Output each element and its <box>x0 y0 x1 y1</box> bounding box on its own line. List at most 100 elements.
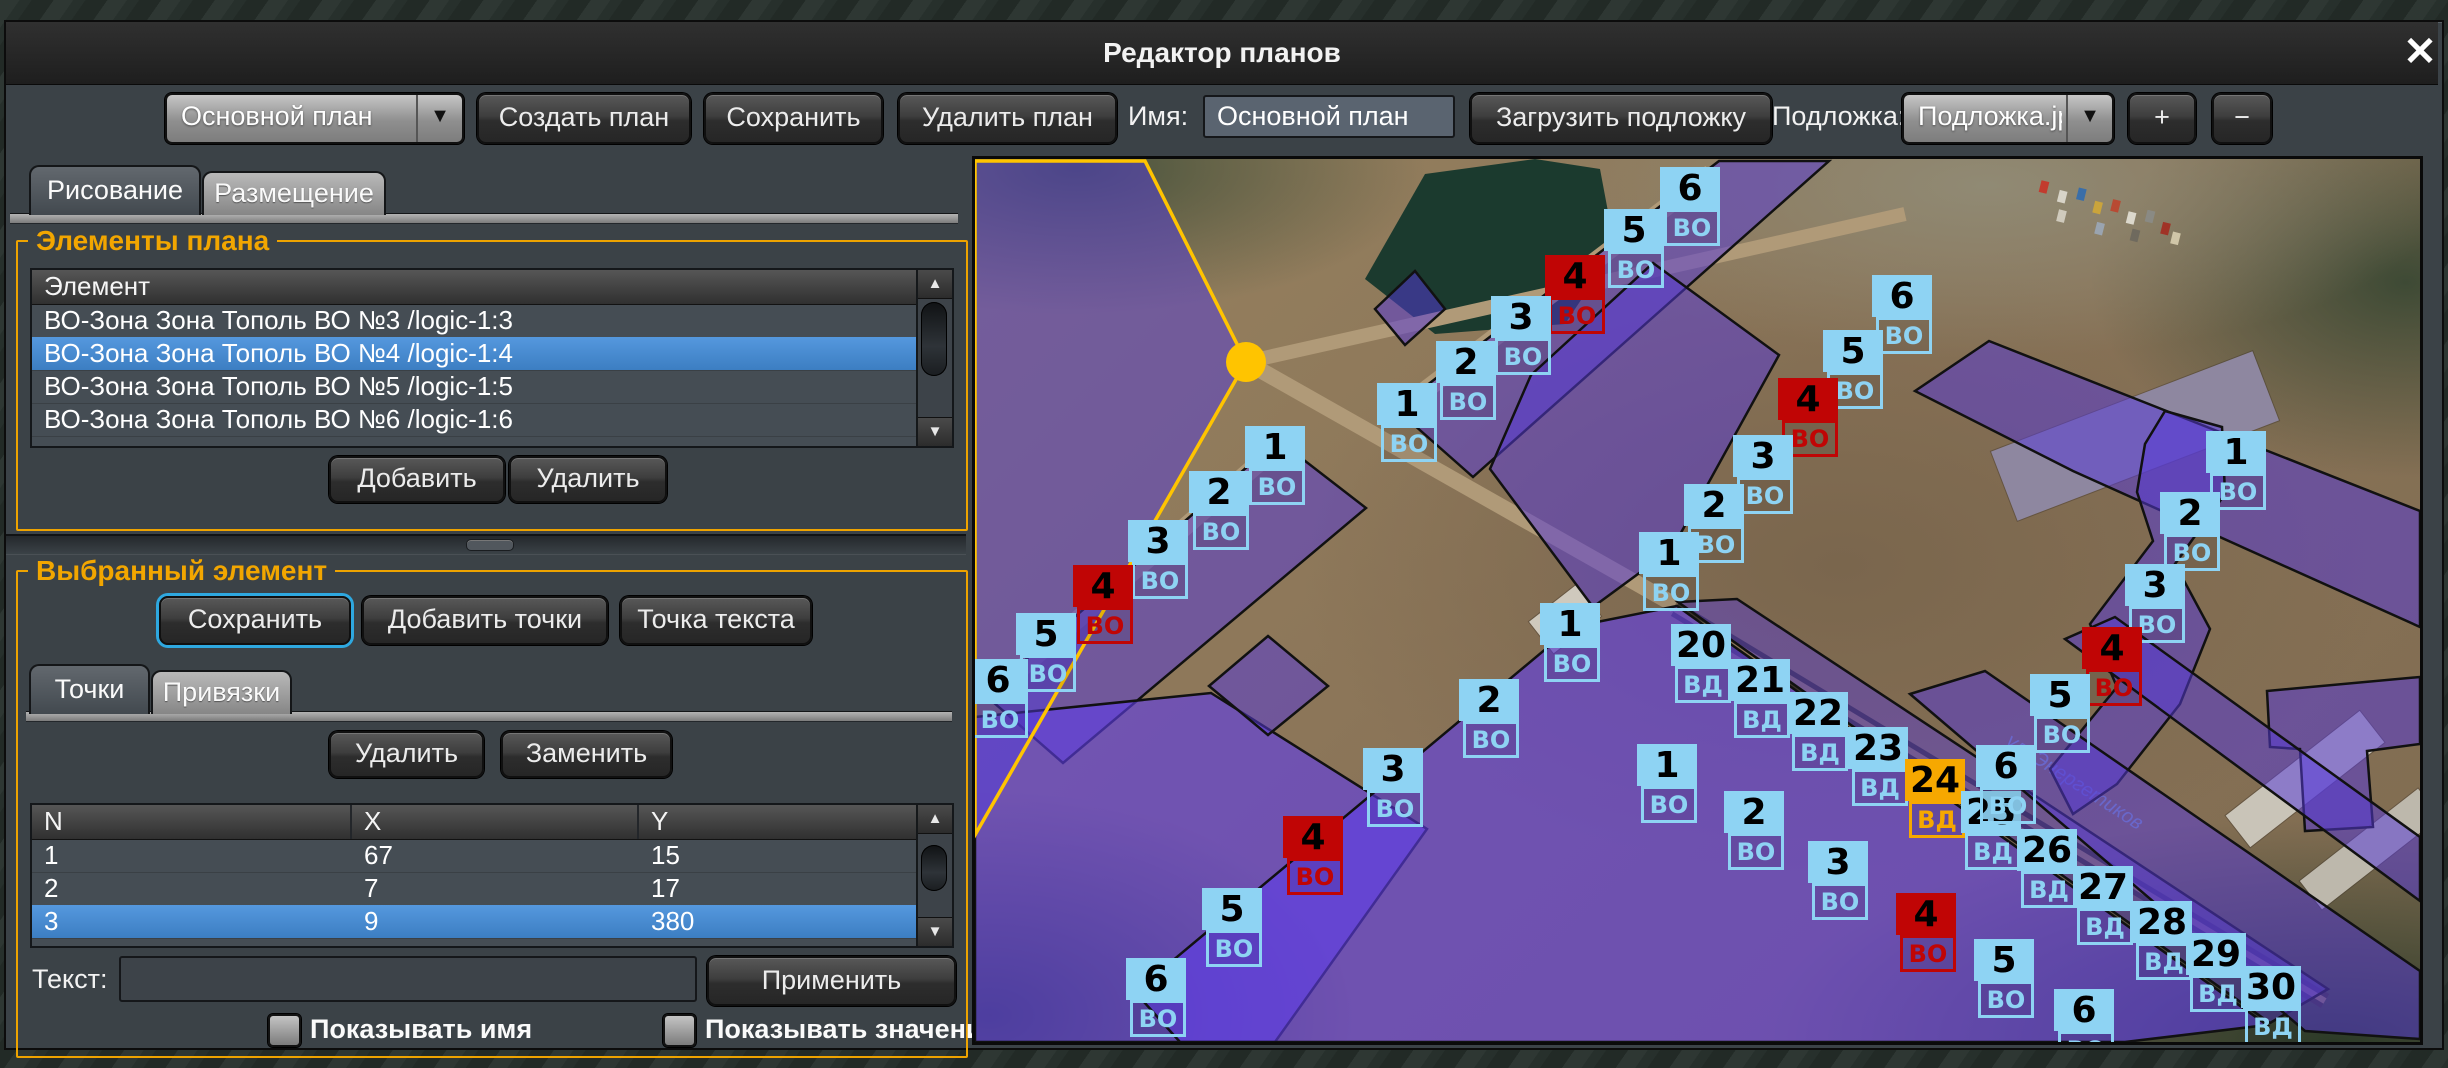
show-name-checkbox[interactable] <box>268 1014 301 1047</box>
map-marker-2-ВО[interactable]: 2ВО <box>1459 679 1519 721</box>
map-marker-21-ВД[interactable]: 21ВД <box>1730 659 1790 701</box>
map-marker-6-ВО[interactable]: 6ВО <box>1976 745 2036 787</box>
map-marker-5-ВО[interactable]: 5ВО <box>1604 209 1664 251</box>
elements-list[interactable]: Элемент ВО-Зона Зона Тополь ВО №3 /logic… <box>30 268 954 448</box>
list-item[interactable]: ВО-Зона Зона Тополь ВО №6 /logic-1:6 <box>32 403 918 437</box>
scrollbar-thumb[interactable] <box>921 845 947 891</box>
map-marker-3-ВО[interactable]: 3ВО <box>1808 841 1868 883</box>
show-values-checkbox[interactable] <box>663 1014 696 1047</box>
table-row[interactable]: 2717 <box>32 872 918 906</box>
map-marker-29-ВД[interactable]: 29ВД <box>2186 933 2246 975</box>
remove-point-button[interactable]: Удалить <box>329 731 484 778</box>
create-plan-button[interactable]: Создать план <box>477 93 691 144</box>
map-marker-1-ВО[interactable]: 1ВО <box>1540 603 1600 645</box>
map-marker-5-ВО[interactable]: 5ВО <box>1202 888 1262 930</box>
map-marker-26-ВД[interactable]: 26ВД <box>2017 829 2077 871</box>
chevron-down-icon[interactable]: ▼ <box>416 95 462 142</box>
close-icon[interactable]: ✕ <box>2396 28 2444 76</box>
map-marker-2-ВО[interactable]: 2ВО <box>1684 484 1744 526</box>
points-table-scrollbar[interactable]: ▲ ▼ <box>916 805 952 946</box>
elements-list-header: Элемент <box>32 270 918 305</box>
text-input[interactable] <box>119 956 697 1002</box>
titlebar[interactable]: Редактор планов <box>6 22 2438 85</box>
table-row-selected[interactable]: 39380 <box>32 905 918 939</box>
plan-select[interactable]: Основной план ▼ <box>165 93 464 144</box>
map-marker-6-ВО[interactable]: 6ВО <box>1660 167 1720 209</box>
delete-plan-button[interactable]: Удалить план <box>898 93 1117 144</box>
map-marker-5-ВО[interactable]: 5ВО <box>1974 939 2034 981</box>
map-marker-3-ВО[interactable]: 3ВО <box>2125 564 2185 606</box>
map-marker-28-ВД[interactable]: 28ВД <box>2132 901 2192 943</box>
scroll-down-icon[interactable]: ▼ <box>918 917 952 946</box>
tab-points[interactable]: Точки <box>29 664 150 714</box>
load-background-button[interactable]: Загрузить подложку <box>1470 93 1772 144</box>
tab-placement[interactable]: Размещение <box>202 171 386 215</box>
map-marker-3-ВО[interactable]: 3ВО <box>1733 435 1793 477</box>
map-marker-3-ВО[interactable]: 3ВО <box>1128 520 1188 562</box>
points-table[interactable]: NXY 16715 2717 39380 ▲ ▼ <box>30 803 954 948</box>
map-marker-6-ВО[interactable]: 6ВО <box>1872 275 1932 317</box>
map-marker-1-ВО[interactable]: 1ВО <box>1637 744 1697 786</box>
apply-button[interactable]: Применить <box>707 956 956 1006</box>
map-marker-1-ВО[interactable]: 1ВО <box>1377 383 1437 425</box>
add-points-button[interactable]: Добавить точки <box>362 596 608 645</box>
map-marker-27-ВД[interactable]: 27ВД <box>2073 866 2133 908</box>
zoom-in-button[interactable]: + <box>2128 93 2196 144</box>
map-marker-2-ВО[interactable]: 2ВО <box>1189 471 1249 513</box>
plan-name-input[interactable] <box>1203 95 1455 138</box>
marker-number-badge: 30 <box>2241 966 2301 1008</box>
map-marker-23-ВД[interactable]: 23ВД <box>1848 727 1908 769</box>
tab-drawing[interactable]: Рисование <box>29 165 201 215</box>
map-marker-24-ВД[interactable]: 24ВД <box>1905 759 1965 801</box>
map-marker-6-ВО[interactable]: 6ВО <box>972 659 1028 701</box>
selected-element-group-title: Выбранный элемент <box>28 555 335 587</box>
map-marker-2-ВО[interactable]: 2ВО <box>1436 341 1496 383</box>
map-marker-1-ВО[interactable]: 1ВО <box>1245 426 1305 468</box>
list-item-selected[interactable]: ВО-Зона Зона Тополь ВО №4 /logic-1:4 <box>32 337 918 371</box>
map-marker-1-ВО[interactable]: 1ВО <box>1639 532 1699 574</box>
save-plan-button[interactable]: Сохранить <box>704 93 883 144</box>
map-marker-30-ВД[interactable]: 30ВД <box>2241 966 2301 1008</box>
splitter-grip[interactable] <box>466 539 514 551</box>
remove-element-button[interactable]: Удалить <box>509 456 667 503</box>
map-marker-4-ВО[interactable]: 4ВО <box>2082 627 2142 669</box>
map-marker-5-ВО[interactable]: 5ВО <box>2030 674 2090 716</box>
scrollbar-thumb[interactable] <box>921 302 947 376</box>
scroll-down-icon[interactable]: ▼ <box>918 417 952 446</box>
list-item[interactable]: ВО-Зона Зона Тополь ВО №5 /logic-1:5 <box>32 370 918 404</box>
replace-point-button[interactable]: Заменить <box>501 731 672 778</box>
zone-vertex-handle[interactable] <box>1226 342 1266 382</box>
save-element-button[interactable]: Сохранить <box>159 596 351 645</box>
map-marker-4-ВО[interactable]: 4ВО <box>1283 816 1343 858</box>
splitter-handle[interactable] <box>6 534 966 555</box>
list-item[interactable]: ВО-Зона Зона Тополь ВО №3 /logic-1:3 <box>32 304 918 338</box>
map-marker-6-ВО[interactable]: 6ВО <box>2054 989 2114 1031</box>
map-marker-20-ВД[interactable]: 20ВД <box>1671 624 1731 666</box>
window-title: Редактор планов <box>6 22 2438 84</box>
table-row[interactable]: 16715 <box>32 839 918 873</box>
map-marker-4-ВО[interactable]: 4ВО <box>1896 893 1956 935</box>
map-marker-3-ВО[interactable]: 3ВО <box>1491 296 1551 338</box>
map-marker-4-ВО[interactable]: 4ВО <box>1545 255 1605 297</box>
map-marker-6-ВО[interactable]: 6ВО <box>1126 958 1186 1000</box>
zoom-out-button[interactable]: − <box>2212 93 2272 144</box>
map-marker-22-ВД[interactable]: 22ВД <box>1788 692 1848 734</box>
map-marker-5-ВО[interactable]: 5ВО <box>1016 613 1076 655</box>
map-marker-1-ВО[interactable]: 1ВО <box>2206 431 2266 473</box>
add-element-button[interactable]: Добавить <box>329 456 505 503</box>
text-point-button[interactable]: Точка текста <box>620 596 812 645</box>
chevron-down-icon[interactable]: ▼ <box>2066 95 2112 142</box>
map-marker-2-ВО[interactable]: 2ВО <box>2160 492 2220 534</box>
map-marker-5-ВО[interactable]: 5ВО <box>1823 330 1883 372</box>
map-canvas[interactable]: ул. Энергетиков <box>972 156 2423 1045</box>
marker-number-badge: 6 <box>1872 275 1932 317</box>
map-marker-2-ВО[interactable]: 2ВО <box>1724 791 1784 833</box>
tab-bindings[interactable]: Привязки <box>151 670 292 714</box>
scroll-up-icon[interactable]: ▲ <box>918 270 952 299</box>
background-select[interactable]: Подложка.jpg ▼ <box>1902 93 2114 144</box>
elements-list-scrollbar[interactable]: ▲ ▼ <box>916 270 952 446</box>
map-marker-3-ВО[interactable]: 3ВО <box>1363 748 1423 790</box>
scroll-up-icon[interactable]: ▲ <box>918 805 952 834</box>
map-marker-4-ВО[interactable]: 4ВО <box>1073 565 1133 607</box>
map-marker-4-ВО[interactable]: 4ВО <box>1778 378 1838 420</box>
